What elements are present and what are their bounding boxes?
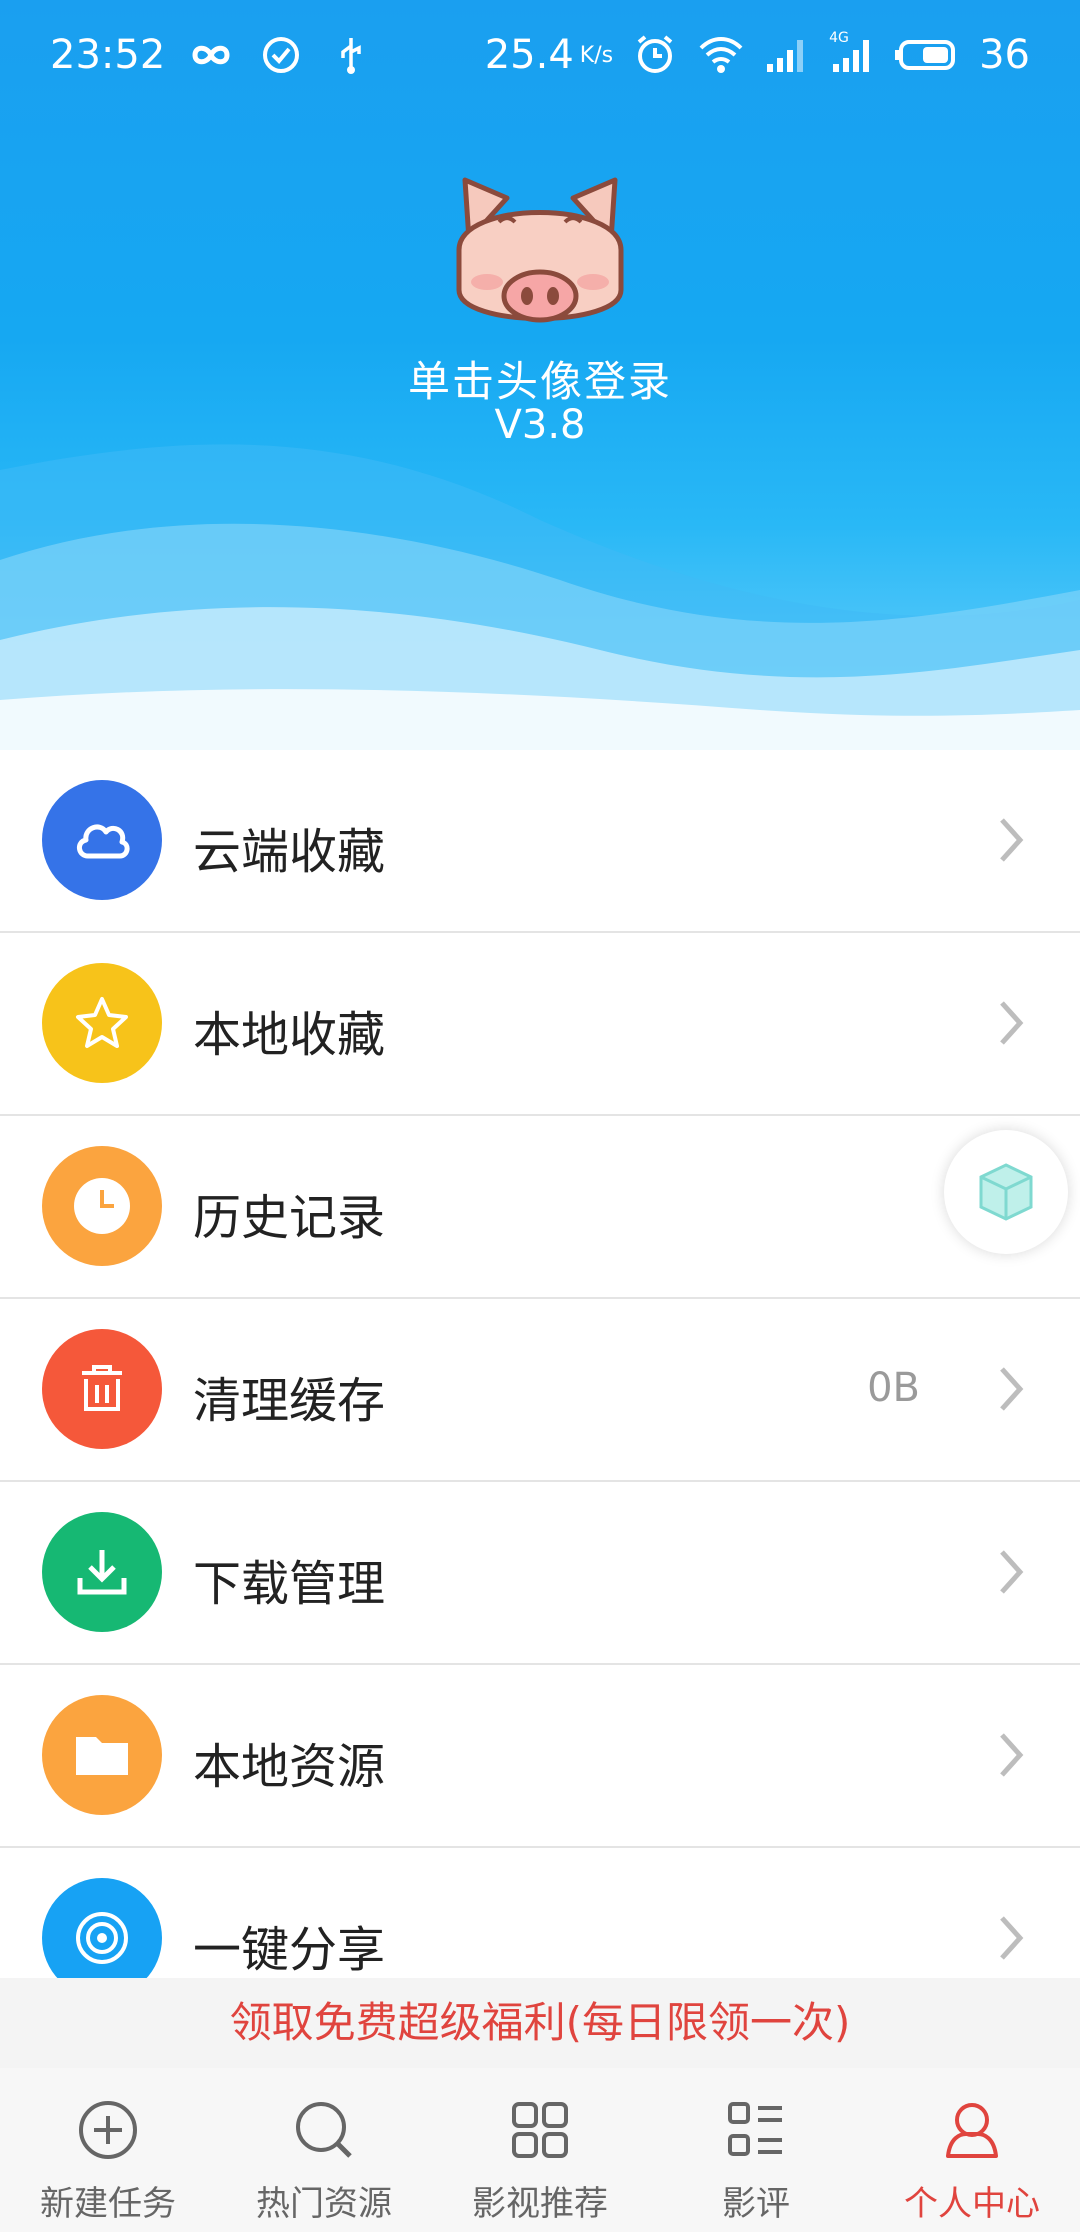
tab-movie-recommend[interactable]: 影视推荐: [432, 2068, 648, 2232]
battery-level: 36: [979, 32, 1030, 78]
chevron-right-icon: [1000, 818, 1024, 862]
menu-item-clear-cache[interactable]: 清理缓存 0B: [0, 1299, 1080, 1482]
person-icon: [946, 2103, 998, 2158]
menu-item-label: 下载管理: [193, 1556, 386, 1612]
promo-banner[interactable]: 领取免费超级福利(每日限领一次): [0, 1978, 1080, 2068]
signal-icon: [767, 40, 804, 72]
tab-new-task[interactable]: 新建任务: [0, 2068, 216, 2232]
network-speed-unit: K/s: [579, 42, 614, 68]
cube-icon: [979, 1163, 1033, 1221]
chevron-right-icon: [1000, 1001, 1024, 1045]
chevron-right-icon: [1000, 1733, 1024, 1777]
menu-item-label: 历史记录: [193, 1190, 386, 1246]
check-circle-icon: [263, 37, 300, 73]
app-version: V3.8: [494, 402, 586, 448]
chevron-right-icon: [1000, 1916, 1024, 1960]
menu-item-label: 清理缓存: [193, 1373, 386, 1429]
menu-item-local-resources[interactable]: 本地资源: [0, 1665, 1080, 1848]
alarm-icon: [637, 35, 673, 73]
menu-item-label: 本地资源: [193, 1739, 386, 1795]
pig-avatar[interactable]: [447, 170, 633, 336]
menu-item-local-favorites[interactable]: 本地收藏: [0, 933, 1080, 1116]
folder-icon: [42, 1695, 162, 1815]
tab-label: 个人中心: [904, 2184, 1040, 2224]
profile-header: 23:52 25.4 K/s 4G 36 单击头像登录 V3.8: [0, 0, 1080, 750]
battery-icon: [895, 40, 956, 70]
tab-hot-resources[interactable]: 热门资源: [216, 2068, 432, 2232]
plus-circle-icon: [79, 2101, 137, 2159]
clock-icon: [42, 1146, 162, 1266]
cloud-icon: [42, 780, 162, 900]
status-time: 23:52: [50, 32, 166, 78]
menu-item-history[interactable]: 历史记录: [0, 1116, 1080, 1299]
menu-item-cloud-favorites[interactable]: 云端收藏: [0, 750, 1080, 933]
grid-icon: [512, 2102, 568, 2158]
wifi-icon: [699, 37, 743, 73]
star-icon: [42, 963, 162, 1083]
menu-item-label: 一键分享: [193, 1922, 386, 1978]
chevron-right-icon: [1000, 1367, 1024, 1411]
network-type: 4G: [829, 30, 849, 46]
login-prompt[interactable]: 单击头像登录: [0, 348, 1080, 409]
tab-personal-center[interactable]: 个人中心: [864, 2068, 1080, 2232]
menu-item-label: 云端收藏: [193, 824, 386, 880]
cache-size: 0B: [867, 1365, 920, 1411]
chevron-right-icon: [1000, 1550, 1024, 1594]
search-icon: [296, 2102, 352, 2158]
usb-icon: [341, 38, 362, 74]
tab-label: 影评: [722, 2184, 790, 2224]
tab-label: 新建任务: [40, 2184, 176, 2224]
menu-item-label: 本地收藏: [193, 1007, 386, 1063]
bottom-tab-bar: 新建任务 热门资源 影视推荐 影评 个人中心: [0, 2068, 1080, 2232]
tab-label: 热门资源: [256, 2184, 392, 2224]
infinity-icon: [192, 45, 230, 65]
menu-item-download-manager[interactable]: 下载管理: [0, 1482, 1080, 1665]
download-icon: [42, 1512, 162, 1632]
list-icon: [728, 2102, 782, 2156]
trash-icon: [42, 1329, 162, 1449]
menu-list: 云端收藏 本地收藏 历史记录 清理缓存 0B 下载管理 本地资源 一键分享: [0, 750, 1080, 2031]
floating-action-button[interactable]: [944, 1130, 1068, 1254]
tab-label: 影视推荐: [472, 2184, 608, 2224]
status-bar: 23:52 25.4 K/s 4G 36: [0, 0, 1080, 112]
tab-reviews[interactable]: 影评: [648, 2068, 864, 2232]
network-speed: 25.4: [484, 32, 574, 78]
